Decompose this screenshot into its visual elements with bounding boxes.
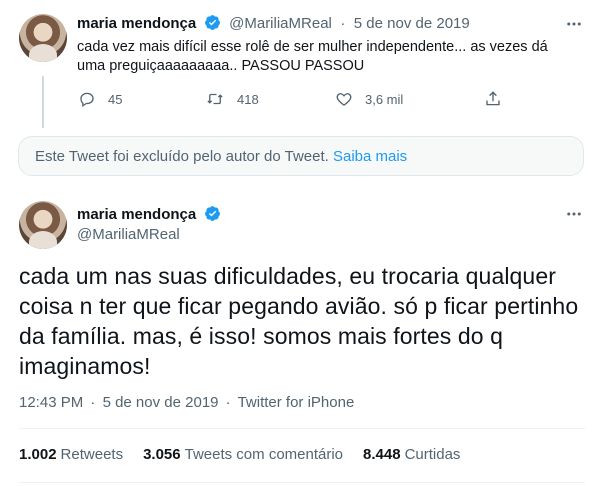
- like-button[interactable]: 3,6 mil: [335, 90, 403, 108]
- tweet-text-line: imaginamos!: [19, 353, 151, 379]
- deleted-notice-text: Este Tweet foi excluído pelo autor do Tw…: [35, 148, 329, 165]
- verified-icon: [204, 206, 220, 221]
- reply-icon: [80, 92, 94, 108]
- more-icon: [567, 22, 581, 26]
- like-count: 3,6 mil: [365, 91, 404, 107]
- retweet-count: 418: [237, 91, 259, 107]
- tweet-stats: 1.002 Retweets 3.056 Tweets com comentário…: [19, 446, 460, 463]
- likes-stat[interactable]: 8.448 Curtidas: [363, 446, 460, 463]
- retweet-button[interactable]: 418: [205, 90, 259, 108]
- separator-dot: ·: [340, 15, 346, 32]
- quotes-count: 3.056: [143, 446, 181, 463]
- quotes-label: Tweets com comentário: [184, 446, 344, 463]
- divider: [19, 482, 585, 483]
- thread-line: [42, 76, 44, 128]
- heart-icon: [336, 93, 352, 106]
- more-options-button[interactable]: [564, 14, 584, 34]
- tweet-text-line: da família. mas, é isso! somos mais fort…: [19, 323, 504, 349]
- quote-tweets-stat[interactable]: 3.056 Tweets com comentário: [143, 446, 343, 463]
- share-icon: [486, 91, 500, 106]
- author-handle[interactable]: @MariliaMReal: [229, 15, 332, 32]
- tweet-date[interactable]: 5 de nov de 2019: [354, 15, 470, 32]
- tweet2-author: maria mendonça @MariliaMReal: [77, 205, 221, 245]
- reply-count: 45: [108, 91, 123, 107]
- separator-dot: ·: [225, 394, 231, 411]
- likes-count: 8.448: [363, 446, 401, 463]
- tweet2-text: cada um nas suas dificuldades, eu trocar…: [19, 261, 589, 381]
- retweets-label: Retweets: [60, 446, 124, 463]
- more-options-button[interactable]: [564, 204, 584, 224]
- retweets-stat[interactable]: 1.002 Retweets: [19, 446, 123, 463]
- more-icon: [567, 212, 581, 216]
- avatar[interactable]: [19, 14, 67, 62]
- tweet1-header: maria mendonça @MariliaMReal · 5 de nov …: [77, 14, 470, 33]
- share-button[interactable]: [484, 90, 502, 108]
- tweet-text-line: uma preguiçaaaaaaaaa.. PASSOU PASSOU: [77, 58, 365, 74]
- retweet-icon: [207, 93, 223, 105]
- tweet-text-line: coisa n ter que ficar pegando avião. só …: [19, 293, 579, 319]
- author-name[interactable]: maria mendonça: [77, 206, 196, 223]
- avatar[interactable]: [19, 201, 67, 249]
- tweet-source[interactable]: Twitter for iPhone: [238, 394, 355, 411]
- retweets-count: 1.002: [19, 446, 57, 463]
- separator-dot: ·: [90, 394, 96, 411]
- likes-label: Curtidas: [404, 446, 461, 463]
- tweet-text-line: cada um nas suas dificuldades, eu trocar…: [19, 263, 556, 289]
- deleted-tweet-notice: Este Tweet foi excluído pelo autor do Tw…: [18, 136, 584, 176]
- tweet-meta: 12:43 PM · 5 de nov de 2019 · Twitter fo…: [19, 394, 354, 411]
- tweet-text-line: cada vez mais difícil esse rolê de ser m…: [77, 39, 548, 55]
- reply-button[interactable]: 45: [78, 90, 122, 108]
- divider: [19, 428, 585, 429]
- tweet-date[interactable]: 5 de nov de 2019: [103, 394, 219, 411]
- author-name[interactable]: maria mendonça: [77, 15, 196, 32]
- verified-icon: [204, 15, 220, 30]
- tweet1-text: cada vez mais difícil esse rolê de ser m…: [77, 38, 548, 76]
- author-handle[interactable]: @MariliaMReal: [77, 225, 221, 245]
- tweet-time[interactable]: 12:43 PM: [19, 394, 83, 411]
- learn-more-link[interactable]: Saiba mais: [333, 148, 407, 165]
